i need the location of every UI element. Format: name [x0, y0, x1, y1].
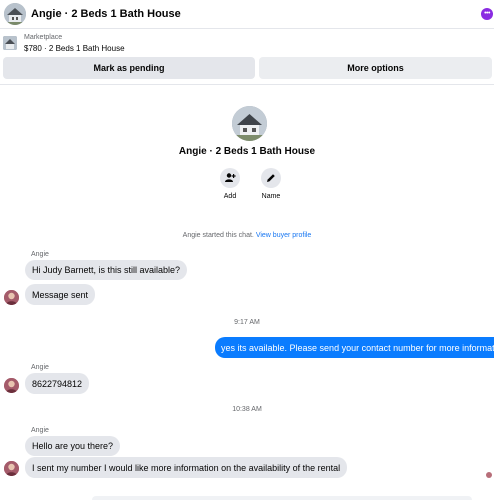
sender-avatar[interactable] [4, 378, 19, 393]
message-sender: Angie [31, 251, 49, 258]
listing-summary[interactable]: Marketplace $780 · 2 Beds 1 Bath House [0, 31, 494, 56]
conversation-header: Angie · 2 Beds 1 Bath House ••• [0, 0, 494, 29]
name-label: Name [261, 193, 281, 200]
incoming-message[interactable]: 8622794812 [25, 373, 90, 394]
listing-price-title: $780 · 2 Beds 1 Bath House [24, 44, 125, 53]
seen-indicator-avatar [486, 472, 492, 478]
message-sender: Angie [31, 364, 49, 371]
incoming-message[interactable]: Hi Judy Barnett, is this still available… [25, 260, 188, 280]
outgoing-message[interactable]: yes its available. Please send your cont… [215, 337, 494, 358]
avatar-photo-icon [4, 290, 19, 305]
view-buyer-profile-link[interactable]: View buyer profile [256, 232, 312, 239]
conversation-title: Angie · 2 Beds 1 Bath House [31, 8, 181, 20]
more-options-button[interactable]: More options [259, 57, 492, 79]
house-photo-icon [232, 106, 267, 141]
more-dots-icon[interactable]: ••• [481, 8, 493, 20]
profile-name: Angie · 2 Beds 1 Bath House [178, 146, 316, 157]
incoming-message[interactable]: I sent my number I would like more infor… [25, 457, 348, 478]
house-avatar[interactable] [4, 3, 26, 25]
chat-started-text: Angie started this chat. [182, 232, 256, 239]
house-photo-icon [3, 36, 17, 50]
chat-started-notice: Angie started this chat. View buyer prof… [0, 232, 494, 239]
add-person-icon [225, 173, 236, 182]
profile-picture[interactable] [232, 106, 267, 141]
pencil-icon [267, 174, 275, 182]
divider [0, 84, 494, 85]
avatar-photo-icon [4, 378, 19, 393]
message-timestamp: 9:17 AM [234, 319, 260, 326]
incoming-message[interactable]: Hello are you there? [25, 436, 121, 456]
listing-source: Marketplace [24, 34, 63, 41]
avatar-photo-icon [4, 461, 19, 476]
message-timestamp: 10:38 AM [232, 406, 262, 413]
sender-avatar[interactable] [4, 290, 19, 305]
sender-avatar[interactable] [4, 461, 19, 476]
incoming-message[interactable]: Message sent [25, 284, 96, 305]
message-composer[interactable] [92, 496, 472, 500]
edit-nickname-button[interactable] [261, 168, 281, 188]
house-photo-icon [4, 3, 26, 25]
listing-thumbnail [3, 36, 17, 50]
add-friend-button[interactable] [220, 168, 240, 188]
mark-as-pending-button[interactable]: Mark as pending [3, 57, 255, 79]
add-label: Add [223, 193, 237, 200]
message-sender: Angie [31, 427, 49, 434]
